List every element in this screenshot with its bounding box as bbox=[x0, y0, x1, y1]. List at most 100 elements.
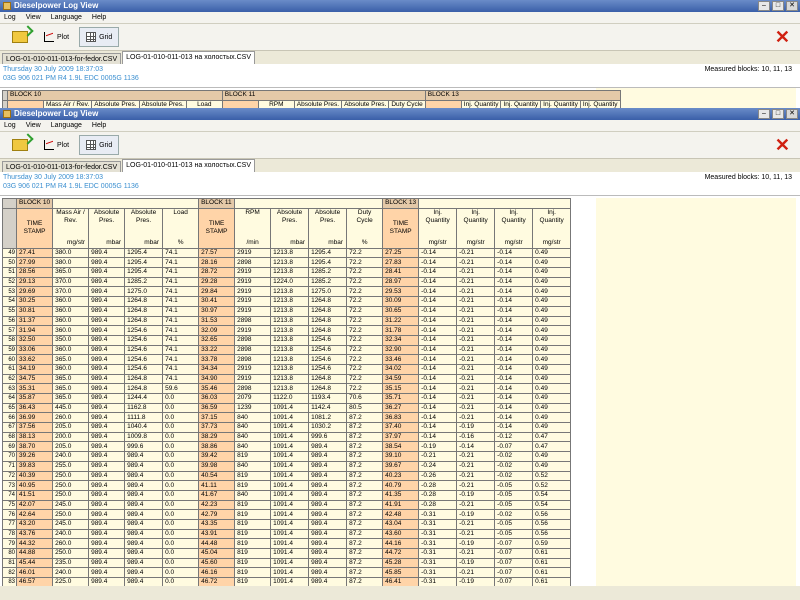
table-cell[interactable]: 1254.6 bbox=[308, 363, 348, 375]
table-cell[interactable]: 0.56 bbox=[532, 518, 572, 530]
table-cell[interactable]: 34.19 bbox=[15, 363, 54, 375]
table-cell[interactable]: 46.41 bbox=[382, 577, 420, 586]
table-cell[interactable]: 989.4 bbox=[88, 422, 126, 433]
table-cell[interactable]: 989.4 bbox=[308, 577, 348, 586]
table-cell[interactable]: 1030.2 bbox=[308, 422, 348, 433]
table-cell[interactable]: -0.14 bbox=[418, 431, 458, 443]
table-cell[interactable]: -0.21 bbox=[456, 334, 496, 346]
table-cell[interactable]: 0.49 bbox=[532, 354, 572, 365]
plot-button[interactable]: Plot bbox=[38, 135, 75, 155]
table-cell[interactable]: 72.2 bbox=[346, 373, 384, 385]
table-cell[interactable]: 365.0 bbox=[52, 267, 90, 278]
table-cell[interactable]: 2898 bbox=[234, 383, 272, 394]
table-cell[interactable]: 1264.8 bbox=[308, 383, 348, 394]
column-header[interactable]: Inj. Quantity bbox=[579, 99, 621, 108]
table-cell[interactable]: -0.21 bbox=[456, 383, 496, 394]
table-cell[interactable]: 819 bbox=[234, 577, 272, 586]
table-cell[interactable]: 989.4 bbox=[308, 470, 348, 482]
table-cell[interactable]: 74.1 bbox=[162, 344, 200, 356]
table-cell[interactable]: 989.4 bbox=[308, 451, 348, 462]
table-cell[interactable]: 1091.4 bbox=[270, 422, 310, 433]
row-number[interactable]: 72 bbox=[2, 470, 17, 482]
table-cell[interactable]: 819 bbox=[234, 451, 272, 462]
table-cell[interactable]: 0.0 bbox=[162, 460, 200, 472]
table-cell[interactable]: 87.2 bbox=[346, 460, 384, 472]
table-cell[interactable]: 2898 bbox=[234, 334, 272, 346]
row-number[interactable]: 58 bbox=[2, 334, 17, 346]
table-cell[interactable]: -0.14 bbox=[418, 267, 458, 278]
table-cell[interactable]: 989.4 bbox=[308, 557, 348, 569]
menu-help[interactable]: Help bbox=[92, 120, 106, 131]
table-cell[interactable]: 87.2 bbox=[346, 431, 384, 443]
table-cell[interactable]: 0.52 bbox=[532, 470, 572, 482]
table-cell[interactable]: 989.4 bbox=[124, 538, 164, 549]
table-cell[interactable]: 42.23 bbox=[198, 499, 236, 511]
table-cell[interactable]: 38.70 bbox=[15, 441, 54, 453]
table-cell[interactable]: -0.05 bbox=[494, 480, 534, 491]
table-cell[interactable]: 27.41 bbox=[15, 247, 54, 259]
table-cell[interactable]: 989.4 bbox=[88, 480, 126, 491]
table-cell[interactable]: 989.4 bbox=[88, 325, 126, 336]
table-cell[interactable]: 40.95 bbox=[15, 480, 54, 491]
table-cell[interactable]: 989.4 bbox=[308, 548, 348, 559]
table-cell[interactable]: 989.4 bbox=[88, 460, 126, 472]
table-cell[interactable]: 87.2 bbox=[346, 509, 384, 520]
table-cell[interactable]: 0.54 bbox=[532, 489, 572, 501]
table-cell[interactable]: 0.0 bbox=[162, 557, 200, 569]
table-cell[interactable]: 0.0 bbox=[162, 528, 200, 540]
row-number[interactable]: 75 bbox=[2, 499, 17, 511]
row-number[interactable]: 50 bbox=[2, 257, 17, 269]
table-cell[interactable]: 42.79 bbox=[198, 509, 236, 520]
grid-button[interactable]: Grid bbox=[79, 27, 120, 47]
row-number[interactable]: 76 bbox=[2, 509, 17, 520]
table-cell[interactable]: 34.75 bbox=[15, 373, 54, 385]
close-button[interactable]: ✕ bbox=[786, 109, 798, 119]
row-number[interactable]: 73 bbox=[2, 480, 17, 491]
table-cell[interactable]: 36.27 bbox=[382, 402, 420, 414]
table-cell[interactable]: 245.0 bbox=[52, 518, 90, 530]
row-number[interactable]: 61 bbox=[2, 363, 17, 375]
table-cell[interactable]: 0.49 bbox=[532, 276, 572, 288]
table-cell[interactable]: 74.1 bbox=[162, 276, 200, 288]
table-cell[interactable]: 72.2 bbox=[346, 344, 384, 356]
table-cell[interactable]: 989.4 bbox=[88, 247, 126, 259]
table-cell[interactable]: 2919 bbox=[234, 373, 272, 385]
table-cell[interactable]: 36.43 bbox=[15, 402, 54, 414]
table-cell[interactable]: 245.0 bbox=[52, 499, 90, 511]
table-cell[interactable]: 360.0 bbox=[52, 315, 90, 327]
table-cell[interactable]: -0.14 bbox=[494, 412, 534, 424]
column-header[interactable]: Inj. Quantity mg/str bbox=[494, 207, 534, 249]
table-row[interactable]: 49 27.41 380.0 989.4 1295.4 74.1 27.57 2919 1213… bbox=[2, 247, 572, 259]
table-cell[interactable]: 44.32 bbox=[15, 538, 54, 549]
table-cell[interactable]: -0.14 bbox=[494, 267, 534, 278]
table-cell[interactable]: 2898 bbox=[234, 354, 272, 365]
table-cell[interactable]: 250.0 bbox=[52, 470, 90, 482]
table-cell[interactable]: 87.2 bbox=[346, 441, 384, 453]
table-cell[interactable]: -0.19 bbox=[456, 489, 496, 501]
table-row[interactable]: 55 30.81 360.0 989.4 1264.8 74.1 30.97 2919 1213… bbox=[2, 305, 572, 317]
table-cell[interactable]: -0.05 bbox=[494, 518, 534, 530]
table-cell[interactable]: 34.02 bbox=[382, 363, 420, 375]
menu-view[interactable]: View bbox=[26, 12, 41, 23]
table-cell[interactable]: 989.4 bbox=[88, 431, 126, 443]
table-cell[interactable]: 43.04 bbox=[382, 518, 420, 530]
table-cell[interactable]: 380.0 bbox=[52, 257, 90, 269]
table-cell[interactable]: 989.4 bbox=[88, 383, 126, 394]
table-cell[interactable]: 0.61 bbox=[532, 577, 572, 586]
table-cell[interactable]: 0.49 bbox=[532, 383, 572, 394]
table-cell[interactable]: 1091.4 bbox=[270, 577, 310, 586]
table-cell[interactable]: 1091.4 bbox=[270, 480, 310, 491]
table-cell[interactable]: 74.1 bbox=[162, 334, 200, 346]
table-cell[interactable]: 1091.4 bbox=[270, 431, 310, 443]
table-cell[interactable]: 1213.8 bbox=[270, 344, 310, 356]
table-cell[interactable]: 40.54 bbox=[198, 470, 236, 482]
row-number[interactable]: 65 bbox=[2, 402, 17, 414]
table-cell[interactable]: 989.4 bbox=[88, 315, 126, 327]
table-cell[interactable]: 70.6 bbox=[346, 393, 384, 404]
table-cell[interactable]: 200.0 bbox=[52, 431, 90, 443]
table-cell[interactable]: 31.37 bbox=[15, 315, 54, 327]
table-cell[interactable]: 0.0 bbox=[162, 393, 200, 404]
table-cell[interactable]: 0.59 bbox=[532, 538, 572, 549]
table-cell[interactable]: 1264.8 bbox=[308, 325, 348, 336]
table-cell[interactable]: 1213.8 bbox=[270, 305, 310, 317]
